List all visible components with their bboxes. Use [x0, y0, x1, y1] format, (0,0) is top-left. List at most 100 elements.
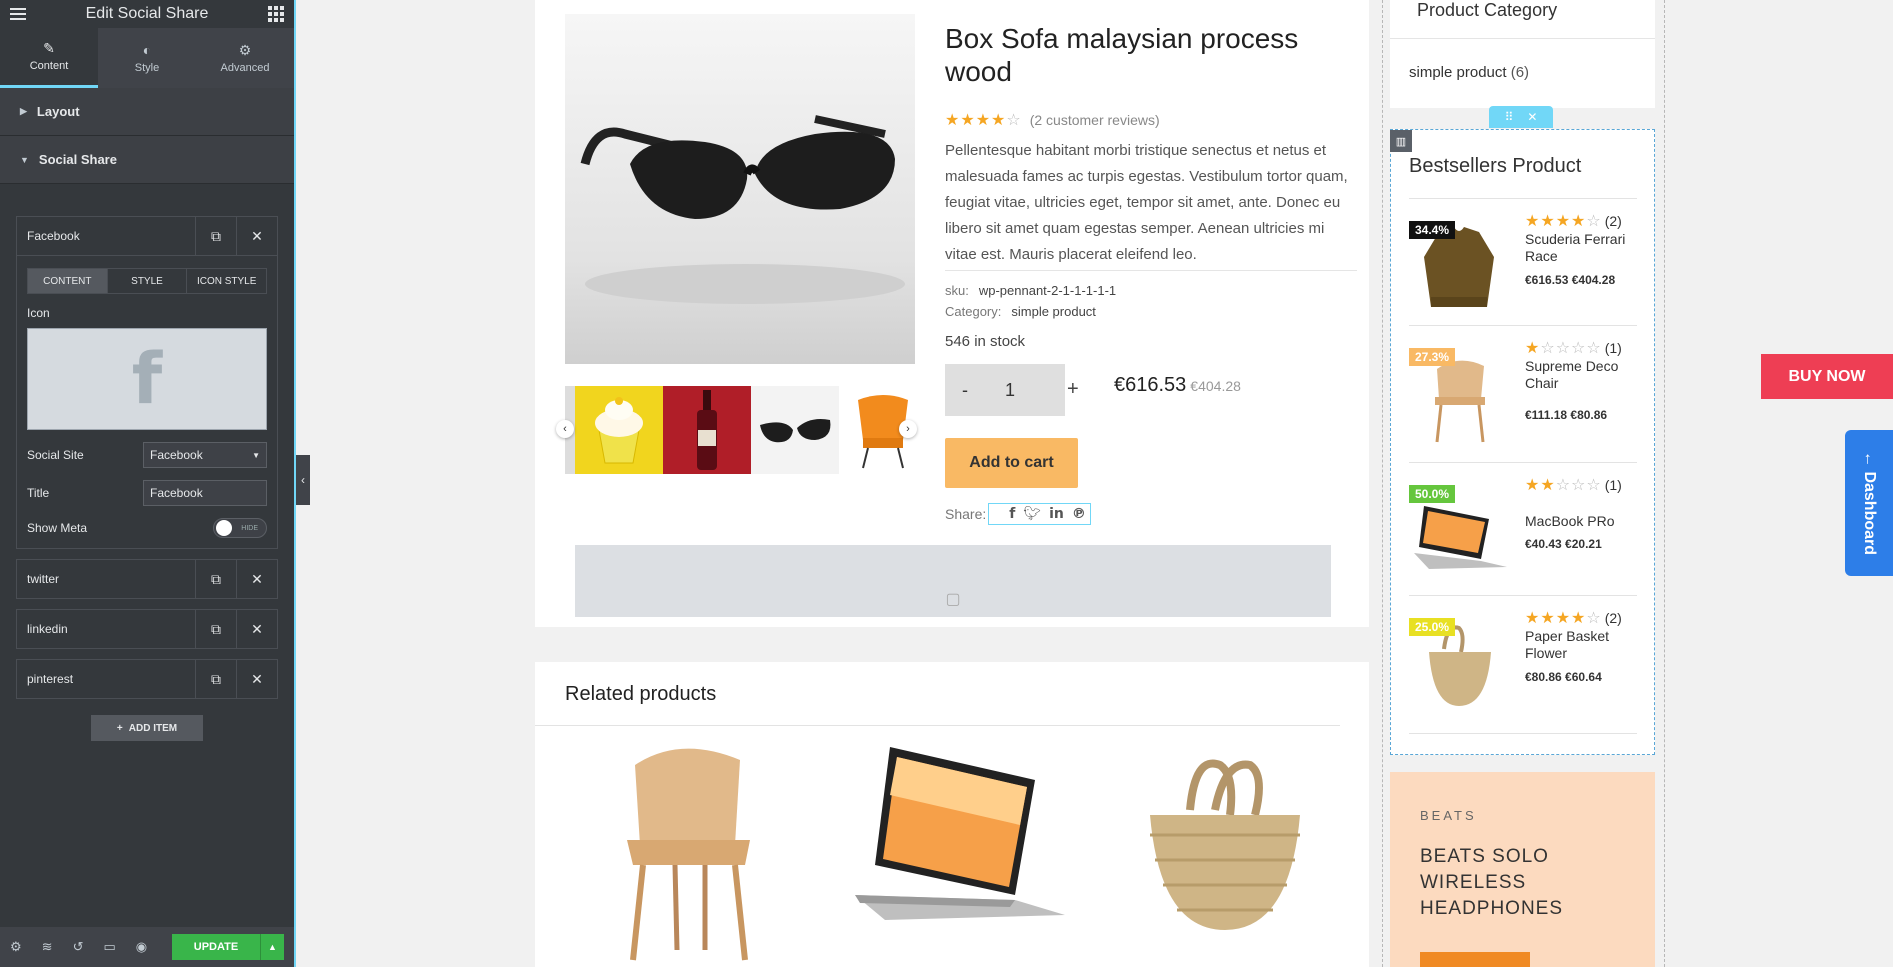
dashboard-button[interactable]: ← Dashboard — [1845, 430, 1893, 576]
qty-plus-button[interactable]: + — [1067, 378, 1079, 401]
icon-picker[interactable]: f — [27, 328, 267, 430]
close-icon[interactable]: ✕ — [236, 217, 277, 255]
star-rating-icon: ★★★★☆ — [1525, 608, 1602, 627]
section-label: Layout — [36, 104, 80, 119]
repeater-item-header[interactable]: linkedin ⧉ ✕ — [17, 610, 277, 648]
item-name[interactable]: MacBook PRo — [1525, 513, 1639, 530]
category-count: (6) — [1510, 64, 1530, 81]
rating-count: (2) — [1604, 212, 1622, 229]
twitter-icon[interactable]: 🐦︎ — [1023, 506, 1041, 522]
widget-edit-handle[interactable]: ⠿ ✕ — [1489, 106, 1553, 128]
preview-eye-icon[interactable]: ◉ — [136, 939, 147, 955]
item-rating: ★★☆☆☆ (1) — [1525, 475, 1622, 494]
navigator-icon[interactable]: ≋ — [42, 939, 53, 955]
show-meta-label: Show Meta — [27, 521, 88, 535]
add-item-button[interactable]: + ADD ITEM — [91, 715, 203, 741]
repeater-item-facebook: Facebook ⧉ ✕ CONTENT STYLE ICON STYLE Ic… — [16, 216, 278, 549]
repeater-item-header[interactable]: Facebook ⧉ ✕ — [17, 217, 277, 255]
star-rating-icon: ★★☆☆☆ — [1525, 475, 1602, 494]
subtab-content[interactable]: CONTENT — [28, 269, 108, 293]
social-site-row: Social Site Facebook ▼ — [27, 442, 267, 468]
facebook-icon[interactable]: f — [1009, 506, 1015, 522]
drag-handle-icon[interactable]: ⠿ — [1505, 110, 1514, 124]
laptop-image — [855, 747, 1065, 920]
add-item-label: ADD ITEM — [128, 722, 178, 734]
update-button[interactable]: UPDATE — [172, 934, 260, 960]
qty-minus-button[interactable]: - — [945, 380, 985, 401]
image-placeholder-icon: ▢ — [945, 591, 961, 608]
repeater-item-header[interactable]: pinterest ⧉ ✕ — [17, 660, 277, 698]
empty-widget-placeholder[interactable]: ▢ — [575, 545, 1331, 617]
gear-icon: ⚙ — [238, 41, 252, 58]
prev-arrow-icon[interactable]: ‹ — [556, 420, 574, 438]
category-link[interactable]: simple product — [1011, 304, 1096, 319]
pinterest-icon[interactable]: ℗ — [1072, 506, 1086, 522]
column-handle-icon[interactable]: ▥ — [1390, 130, 1412, 152]
item-name[interactable]: Paper Basket Flower — [1525, 628, 1639, 662]
panel-title: Edit Social Share — [85, 5, 209, 22]
buy-now-button[interactable]: BUY NOW — [1761, 354, 1893, 399]
social-share-widget: Share: f 🐦︎ in ℗ — [945, 503, 1091, 525]
rating-count: (1) — [1604, 476, 1622, 493]
repeater-item-header[interactable]: twitter ⧉ ✕ — [17, 560, 277, 598]
settings-icon[interactable]: ⚙ — [10, 939, 22, 955]
hamburger-menu-icon[interactable] — [10, 8, 26, 20]
bestseller-item[interactable]: 50.0% ★★☆☆☆ (1) MacBook PRo €40.43 €20.2… — [1409, 462, 1637, 597]
widgets-grid-icon[interactable] — [267, 6, 284, 22]
related-chair-image[interactable] — [565, 735, 795, 967]
bestseller-item[interactable]: 34.4% ★★★★☆ (2) Scuderia Ferrari Race €6… — [1409, 198, 1637, 333]
straw-basket-image — [1150, 759, 1300, 930]
subtab-icon-style[interactable]: ICON STYLE — [187, 269, 266, 293]
tab-advanced[interactable]: ⚙ Advanced — [196, 28, 294, 88]
duplicate-icon[interactable]: ⧉ — [195, 217, 236, 255]
add-to-cart-button[interactable]: Add to cart — [945, 438, 1078, 488]
category-row: Category: simple product — [945, 304, 1096, 319]
qty-input[interactable]: 1 — [985, 380, 1035, 401]
product-main-image[interactable] — [565, 14, 915, 364]
duplicate-icon[interactable]: ⧉ — [195, 610, 236, 648]
close-icon[interactable]: ✕ — [236, 610, 277, 648]
star-rating-icon: ★☆☆☆☆ — [1525, 338, 1602, 357]
social-site-select[interactable]: Facebook ▼ — [143, 442, 267, 468]
section-layout[interactable]: ▶ Layout — [0, 88, 294, 136]
repeater-item-body: CONTENT STYLE ICON STYLE Icon f Social S… — [17, 255, 277, 548]
repeater-item-twitter: twitter ⧉ ✕ — [16, 559, 278, 599]
sunglasses-thumb-image — [760, 419, 831, 443]
panel-collapse-handle[interactable]: ‹ — [296, 455, 310, 505]
tab-content[interactable]: ✎ Content — [0, 28, 98, 88]
related-basket-image[interactable] — [1105, 735, 1335, 967]
title-input[interactable] — [143, 480, 267, 506]
show-meta-toggle[interactable]: HIDE — [213, 518, 267, 538]
next-arrow-icon[interactable]: › — [899, 420, 917, 438]
item-price: €616.53 €404.28 — [1525, 273, 1615, 287]
related-laptop-image[interactable] — [835, 735, 1065, 967]
item-name[interactable]: Scuderia Ferrari Race — [1525, 231, 1639, 265]
reviews-link[interactable]: (2 customer reviews) — [1030, 112, 1160, 128]
history-icon[interactable]: ↺ — [73, 939, 84, 955]
close-icon[interactable]: ✕ — [236, 660, 277, 698]
thumbnail-cupcake[interactable] — [575, 386, 663, 474]
item-name[interactable]: Supreme Deco Chair — [1525, 358, 1639, 392]
linkedin-icon[interactable]: in — [1049, 506, 1064, 522]
responsive-icon[interactable]: ▭ — [103, 939, 115, 955]
close-icon[interactable]: ✕ — [236, 560, 277, 598]
tab-style[interactable]: ◐ Style — [98, 28, 196, 88]
item-subtabs: CONTENT STYLE ICON STYLE — [27, 268, 267, 294]
title-label: Title — [27, 486, 50, 500]
repeater-item-pinterest: pinterest ⧉ ✕ — [16, 659, 278, 699]
bestseller-item[interactable]: 27.3% ★☆☆☆☆ (1) Supreme Deco Chair €111.… — [1409, 325, 1637, 460]
thumbnail-bottle[interactable] — [663, 386, 751, 474]
subtab-style[interactable]: STYLE — [108, 269, 188, 293]
duplicate-icon[interactable]: ⧉ — [195, 660, 236, 698]
duplicate-icon[interactable]: ⧉ — [195, 560, 236, 598]
price-current: €616.53 — [1114, 374, 1187, 396]
category-item[interactable]: simple product (6) — [1409, 64, 1529, 81]
half-circle-icon: ◐ — [142, 41, 152, 58]
caret-up-icon[interactable]: ▲ — [260, 934, 284, 960]
bestseller-item[interactable]: 25.0% ★★★★☆ (2) Paper Basket Flower €80.… — [1409, 595, 1637, 730]
promo-button[interactable] — [1420, 952, 1530, 967]
repeater-item-title: Facebook — [27, 229, 80, 243]
section-social-share[interactable]: ▼ Social Share — [0, 136, 294, 184]
close-icon[interactable]: ✕ — [1527, 110, 1537, 124]
thumbnail-sunglasses[interactable] — [751, 386, 839, 474]
